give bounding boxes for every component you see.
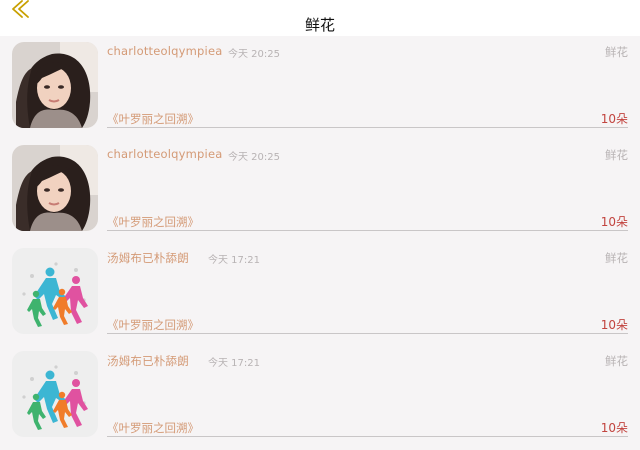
timestamp: 今天 17:21: [208, 358, 260, 369]
runners-avatar[interactable]: [12, 248, 98, 334]
list-item[interactable]: charlotteolqympiea 今天 20:25 鲜花 《叶罗丽之回溯》 …: [0, 36, 640, 139]
girl-portrait-avatar[interactable]: [12, 145, 98, 231]
flower-record-list: charlotteolqympiea 今天 20:25 鲜花 《叶罗丽之回溯》 …: [0, 36, 640, 448]
gift-type: 鲜花: [605, 354, 628, 368]
flower-amount: 10朵: [600, 421, 628, 435]
gift-type: 鲜花: [605, 148, 628, 162]
list-item[interactable]: 汤姆布已朴舔朗 今天 17:21 鲜花 《叶罗丽之回溯》 10朵: [0, 242, 640, 345]
username[interactable]: charlotteolqympiea: [107, 44, 222, 58]
divider: [107, 230, 628, 231]
book-title[interactable]: 《叶罗丽之回溯》: [107, 420, 199, 436]
nav-bar: 鲜花: [0, 0, 640, 36]
flower-amount: 10朵: [600, 318, 628, 332]
book-title[interactable]: 《叶罗丽之回溯》: [107, 214, 199, 230]
book-title[interactable]: 《叶罗丽之回溯》: [107, 111, 199, 127]
timestamp: 今天 20:25: [228, 49, 280, 60]
username[interactable]: charlotteolqympiea: [107, 147, 222, 161]
timestamp: 今天 17:21: [208, 255, 260, 266]
girl-portrait-avatar[interactable]: [12, 42, 98, 128]
divider: [107, 127, 628, 128]
username[interactable]: 汤姆布已朴舔朗: [107, 353, 189, 369]
list-item[interactable]: charlotteolqympiea 今天 20:25 鲜花 《叶罗丽之回溯》 …: [0, 139, 640, 242]
gift-type: 鲜花: [605, 45, 628, 59]
flower-amount: 10朵: [600, 215, 628, 229]
list-item[interactable]: 汤姆布已朴舔朗 今天 17:21 鲜花 《叶罗丽之回溯》 10朵: [0, 345, 640, 448]
book-title[interactable]: 《叶罗丽之回溯》: [107, 317, 199, 333]
divider: [107, 436, 628, 437]
username[interactable]: 汤姆布已朴舔朗: [107, 250, 189, 266]
page-title: 鲜花: [304, 16, 335, 34]
timestamp: 今天 20:25: [228, 152, 280, 163]
flower-amount: 10朵: [600, 112, 628, 126]
gift-type: 鲜花: [605, 251, 628, 265]
runners-avatar[interactable]: [12, 351, 98, 437]
divider: [107, 333, 628, 334]
